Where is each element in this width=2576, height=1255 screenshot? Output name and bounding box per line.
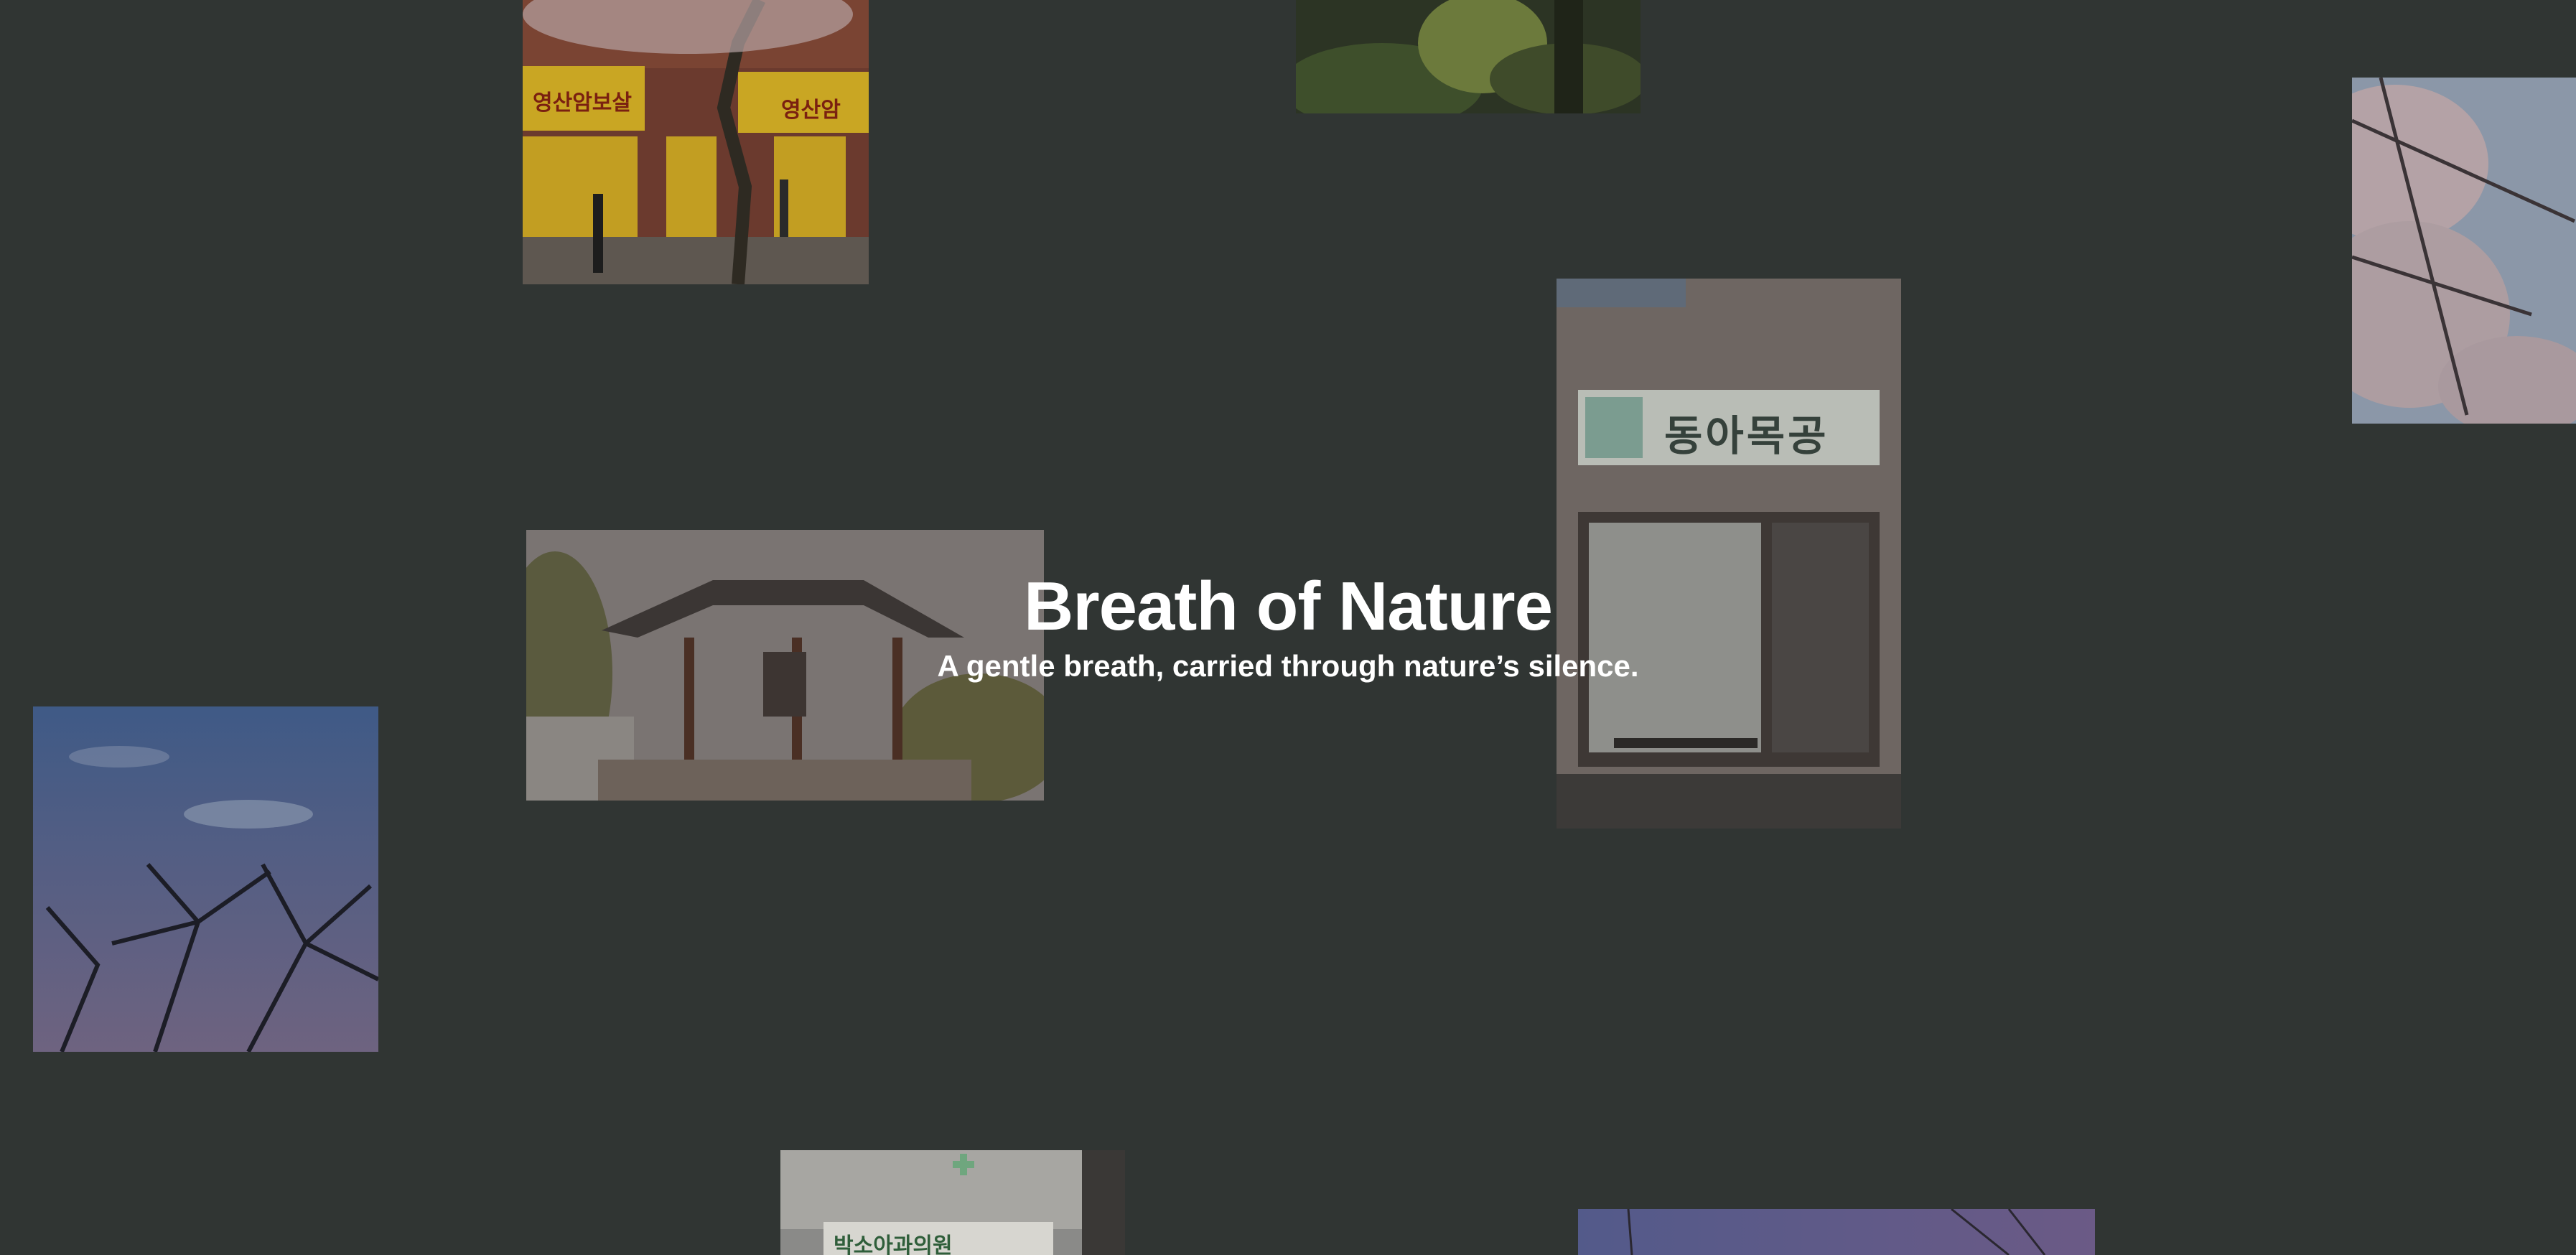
photo-cherry-blossom-sky[interactable]	[2352, 78, 2576, 424]
photo-evening-sky-wires[interactable]	[1578, 1209, 2095, 1255]
photo-storefront[interactable]: 동아목공	[1557, 279, 1901, 829]
photo-clinic-building[interactable]: 박소아과의원	[780, 1150, 1125, 1255]
photo-forest-foliage[interactable]	[1296, 0, 1641, 113]
shop-sign-left: 영산암보살	[533, 90, 632, 116]
hero: Breath of Nature A gentle breath, carrie…	[0, 567, 2576, 686]
photo-sky-bare-trees[interactable]	[33, 706, 378, 1052]
hero-subtitle: A gentle breath, carried through nature’…	[937, 649, 1639, 683]
storefront-sign: 동아목공	[1664, 411, 1829, 460]
photo-yellow-shop-cherry-tree[interactable]: 영산암보살 영산암	[523, 0, 869, 284]
clinic-sign: 박소아과의원	[834, 1233, 953, 1255]
shop-sign-right: 영산암	[781, 98, 841, 123]
hero-title: Breath of Nature	[1023, 568, 1553, 645]
